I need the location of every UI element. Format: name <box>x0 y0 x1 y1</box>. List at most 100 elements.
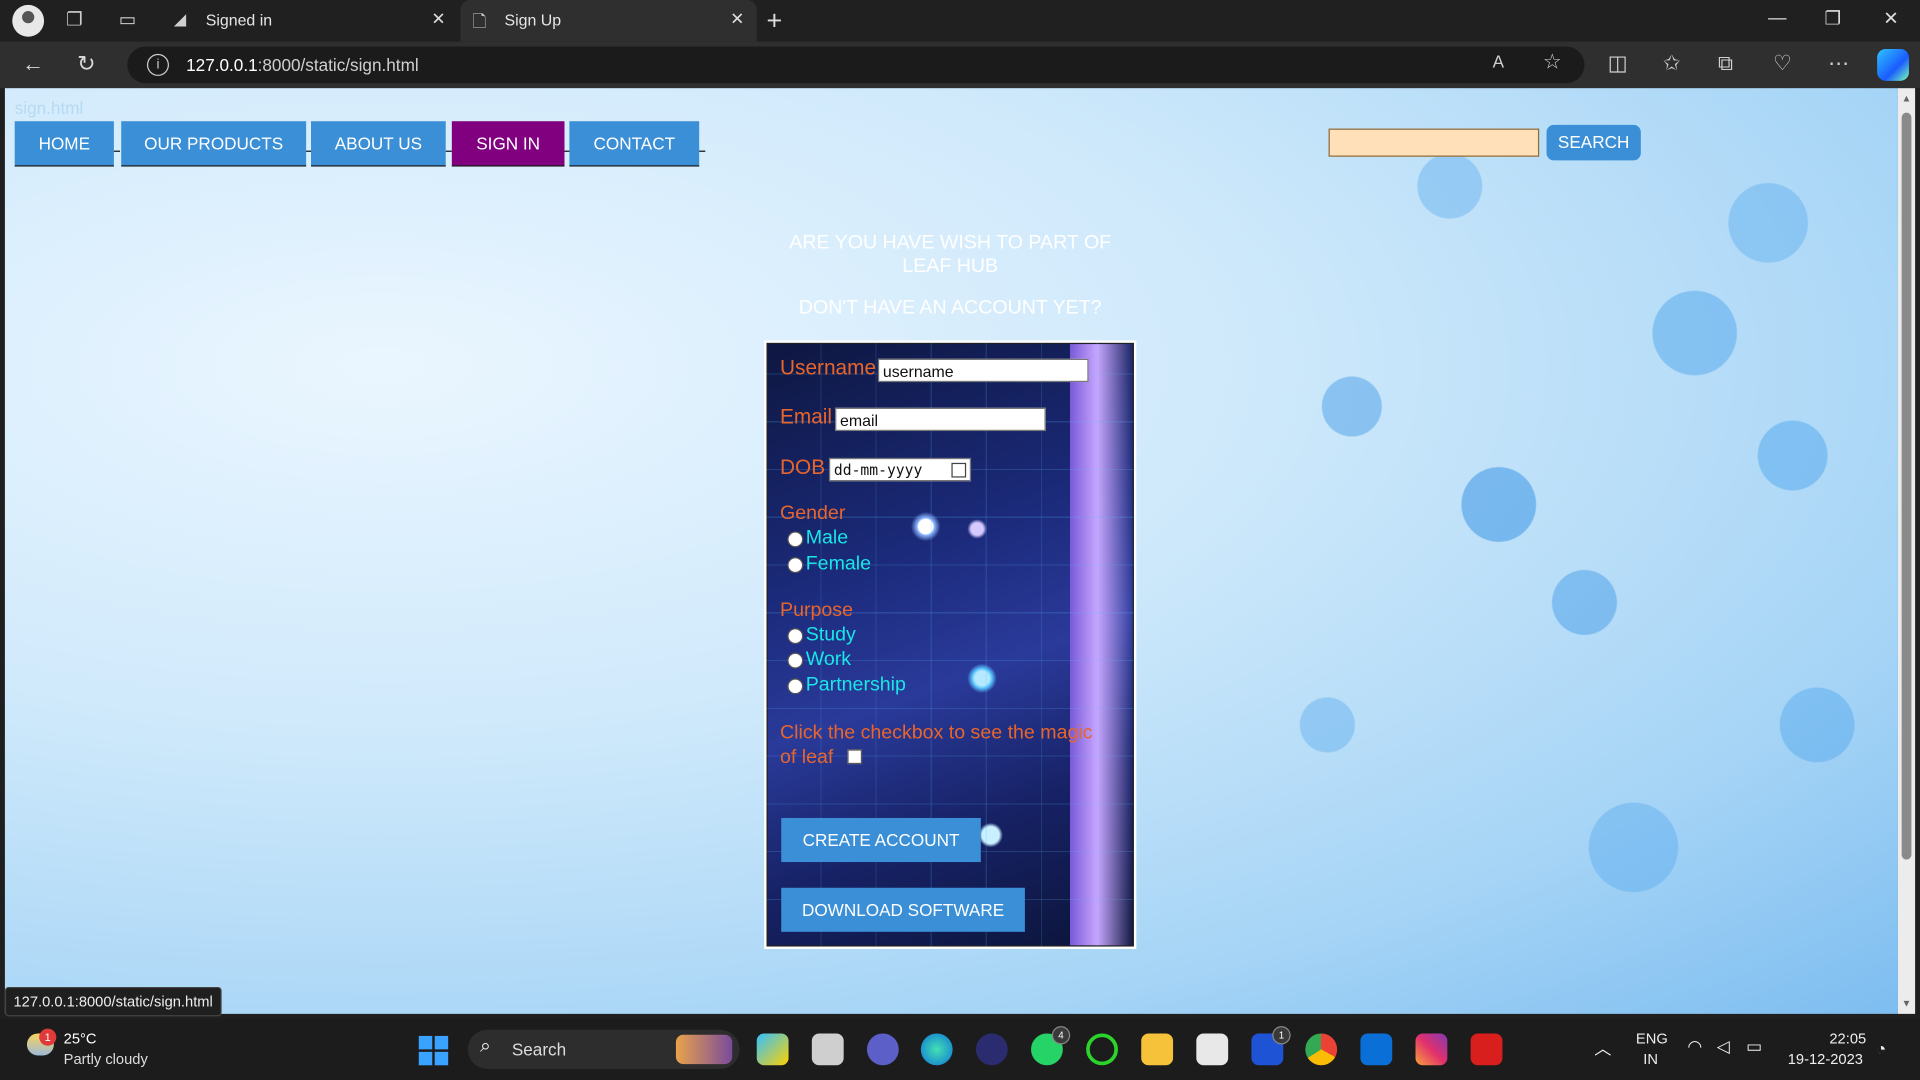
magic-checkbox[interactable] <box>847 749 863 765</box>
weather-desc[interactable]: Partly cloudy <box>64 1051 148 1068</box>
split-screen-icon[interactable]: ◫ <box>1608 51 1628 75</box>
weather-badge: 1 <box>39 1028 57 1046</box>
search-highlight-icon <box>675 1034 733 1065</box>
email-input[interactable]: email <box>835 407 1046 432</box>
scrollbar-thumb[interactable] <box>1901 112 1912 860</box>
wifi-icon[interactable]: ◠ <box>1687 1036 1702 1057</box>
page-icon: 🗋 <box>472 11 487 31</box>
vscode-icon[interactable] <box>1360 1033 1393 1066</box>
battery-icon[interactable]: ▭ <box>1746 1036 1762 1057</box>
gender-female-label: Female <box>805 553 872 575</box>
l-app-icon[interactable]: 1 <box>1251 1026 1291 1066</box>
address-bar-row: ← ↻ i 127.0.0.1:8000/static/sign.html A … <box>0 41 1920 89</box>
file-explorer-icon[interactable] <box>1141 1033 1174 1066</box>
signup-form: Username username Email email DOB dd-mm-… <box>764 340 1137 949</box>
new-tab-icon[interactable]: + <box>767 5 783 37</box>
nav-about-us[interactable]: ABOUT US <box>311 121 446 167</box>
pdf-app-icon[interactable] <box>1470 1033 1503 1066</box>
more-menu-icon[interactable]: ⋯ <box>1828 51 1849 75</box>
region-label[interactable]: IN <box>1643 1051 1658 1068</box>
copilot-icon[interactable] <box>1877 48 1909 81</box>
circle-app-icon[interactable] <box>1086 1033 1118 1066</box>
gender-male-label: Male <box>805 527 849 549</box>
gender-female-radio[interactable] <box>787 557 804 574</box>
nav-contact[interactable]: CONTACT <box>569 121 700 167</box>
copilot-preview-app-icon[interactable] <box>756 1033 789 1066</box>
web-page: sign.html HOME OUR PRODUCTS ABOUT US SIG… <box>4 88 1898 1014</box>
dob-input[interactable]: dd-mm-yyyy <box>828 457 972 482</box>
browser-essentials-icon[interactable]: ♡ <box>1773 51 1792 75</box>
taskbar-search[interactable]: ⌕ Search <box>467 1029 740 1069</box>
heading-wish: ARE YOU HAVE WISH TO PART OF LEAF HUB <box>789 232 1112 277</box>
tab-actions-icon[interactable]: ▭ <box>119 9 136 31</box>
edge-browser-icon[interactable] <box>920 1033 953 1066</box>
gender-male-radio[interactable] <box>787 531 804 548</box>
tab-signed-in[interactable]: ◢ Signed in ✕ <box>162 0 458 42</box>
chevron-up-icon[interactable]: ︿ <box>1594 1036 1611 1060</box>
volume-muted-icon[interactable]: ◁ <box>1717 1036 1730 1057</box>
page-ghost-title: sign.html <box>14 97 84 118</box>
favorite-star-icon[interactable]: ☆ <box>1543 50 1562 74</box>
heading-no-account: DON'T HAVE AN ACCOUNT YET? <box>798 297 1102 319</box>
close-window-icon[interactable]: ✕ <box>1883 7 1898 30</box>
whatsapp-icon[interactable]: 4 <box>1031 1026 1071 1066</box>
workspaces-icon[interactable]: ❐ <box>66 9 82 31</box>
purpose-study-radio[interactable] <box>787 628 804 645</box>
email-label: Email <box>780 405 833 429</box>
clock-time[interactable]: 22:05 <box>1829 1030 1866 1047</box>
nav-home[interactable]: HOME <box>14 121 114 167</box>
windows-start-icon[interactable] <box>418 1035 449 1066</box>
vertical-scrollbar[interactable]: ▲ ▼ <box>1897 88 1916 1014</box>
restore-icon[interactable]: ❐ <box>1824 7 1840 30</box>
arc-app-icon[interactable] <box>975 1033 1008 1066</box>
nav-sign-in[interactable]: SIGN IN <box>451 121 565 167</box>
purpose-label: Purpose <box>780 600 853 621</box>
microsoft-store-icon[interactable] <box>1196 1033 1229 1066</box>
language-label[interactable]: ENG <box>1636 1030 1668 1047</box>
weather-temp[interactable]: 25°C <box>64 1030 97 1047</box>
chrome-icon[interactable] <box>1305 1033 1338 1066</box>
magic-checkbox-label: Click the checkbox to see the magic of l… <box>780 722 1093 768</box>
back-icon[interactable]: ← <box>22 51 44 77</box>
taskbar: 1 25°C Partly cloudy ⌕ Search 4 1 ︿ ENG … <box>0 1018 1920 1080</box>
info-icon[interactable]: i <box>146 53 169 76</box>
refresh-icon[interactable]: ↻ <box>77 51 95 77</box>
nav-our-products[interactable]: OUR PRODUCTS <box>121 121 307 167</box>
scroll-down-icon[interactable]: ▼ <box>1902 998 1912 1009</box>
create-account-button[interactable]: CREATE ACCOUNT <box>781 817 981 863</box>
purpose-partnership-radio[interactable] <box>787 678 804 695</box>
notification-bell-icon[interactable]: ◔ <box>1876 1038 1886 1058</box>
tab-title: Sign Up <box>504 11 562 30</box>
browser-tab-bar: ❐ ▭ ◢ Signed in ✕ 🗋 Sign Up ✕ + — ❐ ✕ <box>0 0 1920 42</box>
close-icon[interactable]: ✕ <box>730 9 744 30</box>
profile-icon[interactable] <box>12 4 45 37</box>
username-label: Username <box>780 356 877 380</box>
favorites-icon[interactable]: ✩ <box>1663 51 1680 75</box>
status-bar-url: 127.0.0.1:8000/static/sign.html <box>4 986 222 1017</box>
minimize-icon[interactable]: — <box>1768 7 1786 28</box>
tab-title: Signed in <box>205 11 273 30</box>
dob-placeholder: dd-mm-yyyy <box>833 461 923 479</box>
dob-label: DOB <box>780 455 826 479</box>
download-software-button[interactable]: DOWNLOAD SOFTWARE <box>781 887 1025 932</box>
instagram-icon[interactable] <box>1415 1033 1448 1066</box>
scroll-up-icon[interactable]: ▲ <box>1902 93 1912 104</box>
url-field[interactable]: i 127.0.0.1:8000/static/sign.html A ☆ <box>127 46 1585 84</box>
search-input[interactable] <box>1328 128 1540 157</box>
chat-app-icon[interactable] <box>866 1033 899 1066</box>
close-icon[interactable]: ✕ <box>431 9 445 30</box>
purpose-work-label: Work <box>805 648 852 670</box>
gender-label: Gender <box>780 503 846 525</box>
task-view-icon[interactable] <box>811 1033 844 1066</box>
username-input[interactable]: username <box>877 358 1089 383</box>
purpose-partnership-label: Partnership <box>805 674 906 696</box>
purpose-work-radio[interactable] <box>787 652 804 669</box>
clock-date[interactable]: 19-12-2023 <box>1788 1051 1863 1068</box>
calendar-icon[interactable] <box>951 462 967 478</box>
search-button[interactable]: SEARCH <box>1546 124 1641 161</box>
tab-sign-up[interactable]: 🗋 Sign Up ✕ <box>460 0 757 42</box>
read-aloud-icon[interactable]: A <box>1493 51 1504 71</box>
collections-icon[interactable]: ⧉ <box>1718 51 1733 75</box>
url-text: 127.0.0.1:8000/static/sign.html <box>186 55 419 75</box>
search-icon: ⌕ <box>480 1035 491 1057</box>
